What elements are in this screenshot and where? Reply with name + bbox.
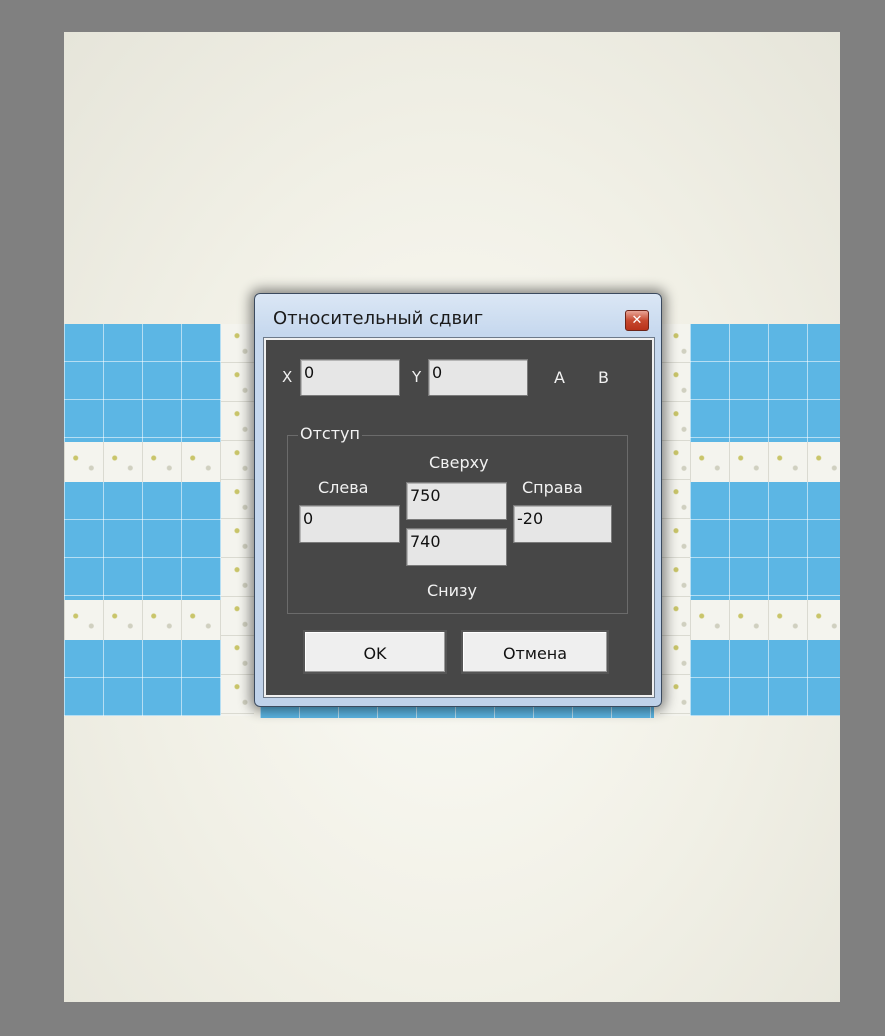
dialog-client-area: X 0 Y 0 A B Отступ Слева 0 Сверху 750 74… — [263, 337, 655, 698]
offset-groupbox: Отступ Слева 0 Сверху 750 740 Снизу Спра… — [287, 424, 628, 614]
bottom-offset-label: Снизу — [427, 581, 478, 600]
blue-tiles-right-mid — [690, 482, 840, 600]
b-label: B — [598, 368, 609, 387]
offset-group-label: Отступ — [298, 424, 362, 443]
ok-button[interactable]: OK — [303, 630, 447, 674]
top-offset-input[interactable]: 750 — [406, 482, 507, 520]
decor-column-left — [221, 324, 254, 716]
blue-tiles-left-top — [64, 324, 221, 442]
relative-offset-dialog: Относительный сдвиг ✕ X 0 Y 0 A B Отступ… — [254, 293, 662, 707]
close-icon[interactable]: ✕ — [625, 310, 649, 331]
decor-strip-left-2 — [64, 600, 221, 640]
dialog-title: Относительный сдвиг — [273, 308, 484, 329]
blue-tiles-right-top — [690, 324, 840, 442]
right-offset-input[interactable]: -20 — [513, 505, 612, 543]
blue-tiles-right-bottom — [690, 640, 840, 716]
top-offset-label: Сверху — [429, 453, 489, 472]
left-offset-label: Слева — [318, 478, 369, 497]
cancel-button[interactable]: Отмена — [461, 630, 609, 674]
decor-strip-right-2 — [690, 600, 840, 640]
x-input[interactable]: 0 — [300, 359, 400, 396]
y-label: Y — [412, 368, 422, 386]
a-label: A — [554, 368, 565, 387]
x-label: X — [282, 368, 293, 386]
blue-tiles-left-mid — [64, 482, 221, 600]
bottom-offset-input[interactable]: 740 — [406, 528, 507, 566]
decor-strip-right-1 — [690, 442, 840, 482]
blue-tiles-left-bottom — [64, 640, 221, 716]
decor-strip-left-1 — [64, 442, 221, 482]
decor-column-right — [660, 324, 690, 716]
y-input[interactable]: 0 — [428, 359, 528, 396]
left-offset-input[interactable]: 0 — [299, 505, 400, 543]
dialog-titlebar[interactable]: Относительный сдвиг ✕ — [255, 294, 661, 344]
right-offset-label: Справа — [522, 478, 583, 497]
